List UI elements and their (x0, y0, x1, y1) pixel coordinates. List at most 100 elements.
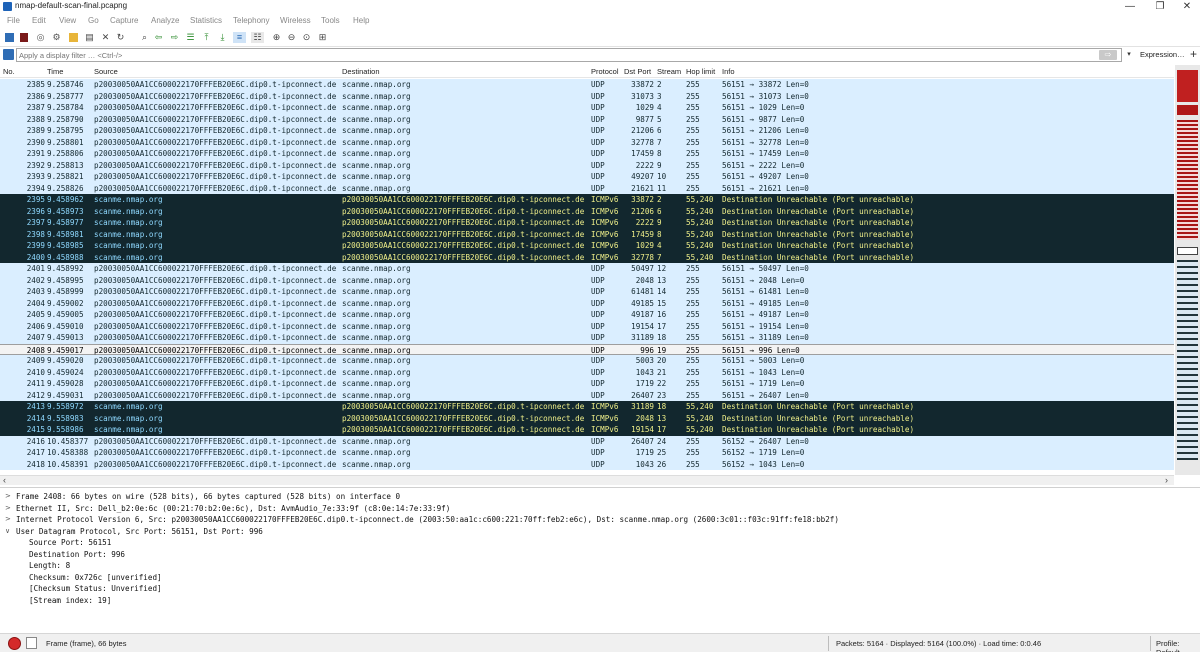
normal-size-icon[interactable]: ⊙ (301, 32, 312, 43)
packet-row[interactable]: 2409 9.459020 p20030050AA1CC600022170FFFEB… (0, 355, 1174, 367)
scroll-right-icon[interactable]: › (1165, 475, 1168, 485)
menu-edit[interactable]: Edit (32, 16, 46, 25)
menu-analyze[interactable]: Analyze (151, 16, 179, 25)
menu-statistics[interactable]: Statistics (190, 16, 222, 25)
detail-tree-item[interactable]: Checksum: 0x726c [unverified] (0, 572, 1200, 584)
bookmark-icon[interactable] (3, 49, 14, 60)
resize-columns-icon[interactable]: ⊞ (317, 32, 328, 43)
packet-row[interactable]: 2405 9.459005 p20030050AA1CC600022170FFFEB… (0, 309, 1174, 321)
detail-tree-item[interactable]: [Checksum Status: Unverified] (0, 583, 1200, 595)
detail-tree-item[interactable]: > Frame 2408: 66 bytes on wire (528 bits)… (0, 491, 1200, 503)
column-stream[interactable]: Stream (657, 67, 681, 76)
column-source[interactable]: Source (94, 67, 118, 76)
menu-help[interactable]: Help (353, 16, 369, 25)
packet-row[interactable]: 2396 9.458973 scanme.nmap.org p20030050AA1C… (0, 205, 1174, 217)
packet-row[interactable]: 2416 10.458377 p20030050AA1CC600022170FFFE… (0, 435, 1174, 447)
packet-list[interactable]: 2385 9.258746 p20030050AA1CC600022170FFFEB… (0, 79, 1174, 475)
add-filter-button[interactable]: + (1190, 47, 1197, 61)
last-packet-icon[interactable]: ⤓ (217, 32, 228, 43)
column-dst-port[interactable]: Dst Port (624, 67, 651, 76)
menu-telephony[interactable]: Telephony (233, 16, 269, 25)
detail-tree-item[interactable]: Destination Port: 996 (0, 549, 1200, 561)
expert-info-icon[interactable] (8, 637, 21, 650)
scroll-left-icon[interactable]: ‹ (3, 475, 6, 485)
packet-row[interactable]: 2391 9.258806 p20030050AA1CC600022170FFFEB… (0, 148, 1174, 160)
expand-arrow-icon[interactable]: > (5, 503, 11, 515)
minimap-viewport[interactable] (1177, 247, 1198, 255)
packet-row[interactable]: 2385 9.258746 p20030050AA1CC600022170FFFEB… (0, 79, 1174, 91)
first-packet-icon[interactable]: ⤒ (201, 32, 212, 43)
detail-tree-item[interactable]: ∨ User Datagram Protocol, Src Port: 56151… (0, 526, 1200, 538)
collapse-arrow-icon[interactable]: ∨ (5, 526, 10, 538)
filter-history-dropdown[interactable]: ▾ (1124, 48, 1134, 62)
detail-tree-item[interactable]: [Stream index: 19] (0, 595, 1200, 607)
packet-row[interactable]: 2397 9.458977 scanme.nmap.org p20030050AA1C… (0, 217, 1174, 229)
autoscroll-icon[interactable]: ≡ (233, 32, 246, 43)
detail-tree-item[interactable]: > Ethernet II, Src: Dell_b2:0e:6c (00:21:… (0, 503, 1200, 515)
packet-row[interactable]: 2403 9.458999 p20030050AA1CC600022170FFFEB… (0, 286, 1174, 298)
packet-row[interactable]: 2388 9.258790 p20030050AA1CC600022170FFFEB… (0, 113, 1174, 125)
menu-wireless[interactable]: Wireless (280, 16, 311, 25)
packet-row[interactable]: 2389 9.258795 p20030050AA1CC600022170FFFEB… (0, 125, 1174, 137)
packet-row[interactable]: 2411 9.459028 p20030050AA1CC600022170FFFEB… (0, 378, 1174, 390)
colorize-icon[interactable]: ☷ (251, 32, 264, 43)
capture-comment-icon[interactable] (26, 637, 37, 649)
status-profile[interactable]: Profile: Default (1156, 639, 1200, 652)
zoom-out-icon[interactable]: ⊖ (286, 32, 297, 43)
packet-row[interactable]: 2393 9.258821 p20030050AA1CC600022170FFFEB… (0, 171, 1174, 183)
detail-tree-item[interactable]: Length: 8 (0, 560, 1200, 572)
column-hop-limit[interactable]: Hop limit (686, 67, 715, 76)
packet-row[interactable]: 2404 9.459002 p20030050AA1CC600022170FFFEB… (0, 297, 1174, 309)
packet-row[interactable]: 2414 9.558983 scanme.nmap.org p20030050AA1C… (0, 412, 1174, 424)
packet-row[interactable]: 2417 10.458388 p20030050AA1CC600022170FFFE… (0, 447, 1174, 459)
display-filter-input[interactable] (16, 48, 1122, 62)
packet-row[interactable]: 2407 9.459013 p20030050AA1CC600022170FFFEB… (0, 332, 1174, 344)
packet-row[interactable]: 2394 9.258826 p20030050AA1CC600022170FFFEB… (0, 182, 1174, 194)
expand-arrow-icon[interactable]: > (5, 514, 11, 526)
packet-row[interactable]: 2418 10.458391 p20030050AA1CC600022170FFFE… (0, 458, 1174, 470)
zoom-in-icon[interactable]: ⊕ (271, 32, 282, 43)
packet-row[interactable]: 2412 9.459031 p20030050AA1CC600022170FFFEB… (0, 389, 1174, 401)
apply-filter-button[interactable]: ⇨ (1099, 50, 1117, 60)
restore-button[interactable]: ❐ (1145, 0, 1175, 14)
go-back-icon[interactable]: ⇦ (153, 32, 164, 43)
menu-go[interactable]: Go (88, 16, 99, 25)
expand-arrow-icon[interactable]: > (5, 491, 11, 503)
restart-capture-icon[interactable]: ◎ (35, 32, 46, 43)
packet-row[interactable]: 2387 9.258784 p20030050AA1CC600022170FFFEB… (0, 102, 1174, 114)
packet-row[interactable]: 2392 9.258813 p20030050AA1CC600022170FFFEB… (0, 159, 1174, 171)
packet-row[interactable]: 2399 9.458985 scanme.nmap.org p20030050AA1C… (0, 240, 1174, 252)
menu-view[interactable]: View (59, 16, 76, 25)
column-time[interactable]: Time (47, 67, 63, 76)
reload-file-icon[interactable]: ↻ (115, 32, 126, 43)
packet-list-hscrollbar[interactable]: ‹ › (0, 475, 1174, 485)
minimize-button[interactable]: — (1115, 0, 1145, 14)
close-file-icon[interactable]: ✕ (100, 32, 111, 43)
packet-row[interactable]: 2402 9.458995 p20030050AA1CC600022170FFFEB… (0, 274, 1174, 286)
find-packet-icon[interactable]: ⌕ (139, 32, 150, 43)
go-to-packet-icon[interactable]: ☰ (185, 32, 196, 43)
stop-capture-icon[interactable] (20, 33, 28, 42)
column-info[interactable]: Info (722, 67, 735, 76)
menu-capture[interactable]: Capture (110, 16, 138, 25)
menu-file[interactable]: File (7, 16, 20, 25)
packet-details-pane[interactable]: > Frame 2408: 66 bytes on wire (528 bits)… (0, 487, 1200, 637)
go-forward-icon[interactable]: ⇨ (169, 32, 180, 43)
start-capture-icon[interactable] (5, 33, 14, 42)
save-file-icon[interactable]: ▤ (84, 32, 95, 43)
close-button[interactable]: ✕ (1172, 0, 1200, 14)
capture-options-icon[interactable]: ⚙ (51, 32, 62, 43)
packet-minimap-scrollbar[interactable] (1175, 65, 1200, 475)
column-protocol[interactable]: Protocol (591, 67, 619, 76)
expression-button[interactable]: Expression… (1140, 50, 1185, 59)
packet-row[interactable]: 2401 9.458992 p20030050AA1CC600022170FFFEB… (0, 263, 1174, 275)
column-no[interactable]: No. (3, 67, 15, 76)
packet-row-selected[interactable]: 2408 9.459017 p20030050AA1CC600022170FFFEB… (0, 343, 1174, 355)
packet-row[interactable]: 2406 9.459010 p20030050AA1CC600022170FFFEB… (0, 320, 1174, 332)
detail-tree-item[interactable]: > Internet Protocol Version 6, Src: p2003… (0, 514, 1200, 526)
open-file-icon[interactable] (69, 33, 78, 42)
packet-row[interactable]: 2386 9.258777 p20030050AA1CC600022170FFFEB… (0, 90, 1174, 102)
detail-tree-item[interactable]: Source Port: 56151 (0, 537, 1200, 549)
packet-row[interactable]: 2400 9.458988 scanme.nmap.org p20030050AA1C… (0, 251, 1174, 263)
packet-row[interactable]: 2398 9.458981 scanme.nmap.org p20030050AA1C… (0, 228, 1174, 240)
